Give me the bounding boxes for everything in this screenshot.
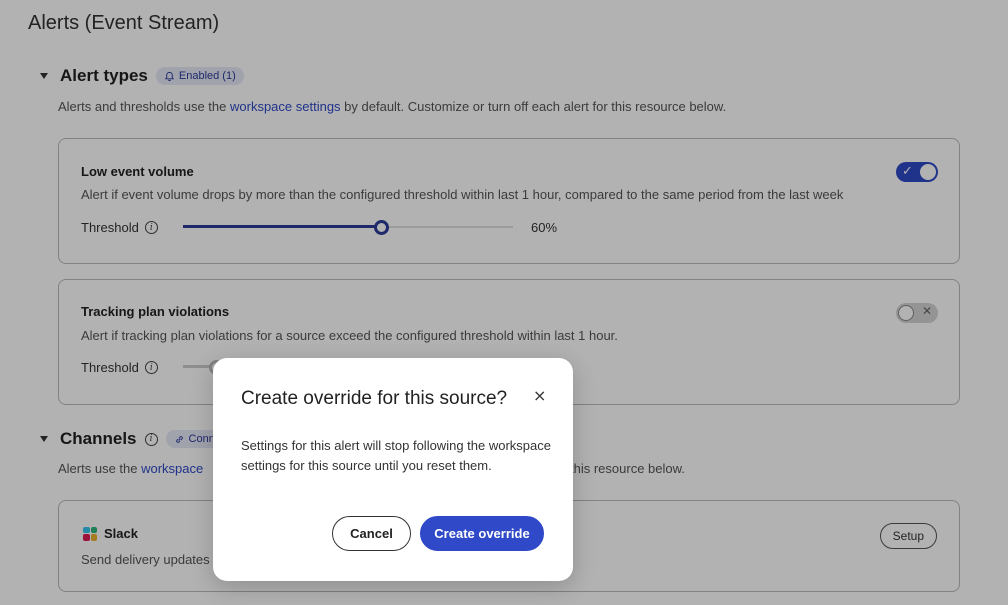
create-override-button[interactable]: Create override xyxy=(420,516,544,551)
dialog-title: Create override for this source? xyxy=(241,388,508,409)
close-icon[interactable]: × xyxy=(533,386,546,405)
cancel-button[interactable]: Cancel xyxy=(332,516,411,551)
create-override-dialog: Create override for this source? × Setti… xyxy=(213,358,573,581)
dialog-body: Settings for this alert will stop follow… xyxy=(241,438,551,473)
